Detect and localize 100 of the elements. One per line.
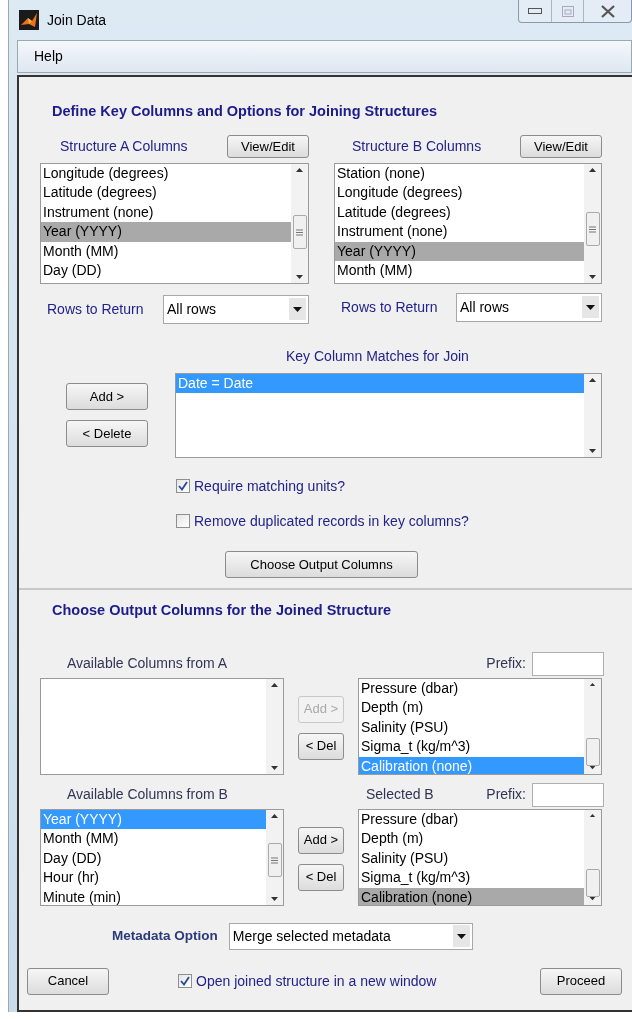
checkbox-label: Require matching units? [194,476,345,496]
cancel-button[interactable]: Cancel [27,967,109,995]
add-button[interactable]: Add > [66,382,148,410]
delete-button[interactable]: < Del [298,732,344,760]
dropdown[interactable]: Merge selected metadata [228,922,473,950]
list-item[interactable]: Latitude (degrees) [41,183,291,203]
rows-label: Rows to Return [341,297,438,317]
scroll-down-arrow-icon [589,448,596,453]
list-item[interactable]: Salinity (PSU) [359,848,584,868]
list-item[interactable]: Pressure (dbar) [359,809,584,829]
list-item[interactable]: Day (DD) [41,848,266,868]
minimize-icon [528,8,542,14]
column-label: Structure A Columns [60,136,188,156]
prefix-label: Prefix: [486,654,526,673]
dropdown[interactable]: All rows [163,294,309,324]
list-box[interactable]: Station (none) Longitude (degrees) Latitude (degrees) Instrument (none) Year (YYYY) Month (MM) [334,162,602,284]
list-box[interactable]: Year (YYYY) Month (MM) Day (DD) Hour (hr) Minute (min) [40,808,284,906]
scroll-up-arrow-icon [589,682,596,686]
view-edit-button[interactable]: View/Edit [227,134,309,158]
scroll-up-arrow-icon [296,167,303,172]
list-item[interactable]: Instrument (none) [335,222,584,242]
dropdown[interactable]: All rows [456,292,602,322]
window-title: Join Data [47,10,107,30]
list-item[interactable]: Longitude (degrees) [41,163,291,184]
list-item[interactable]: Station (none) [335,163,584,184]
list-item[interactable]: Day (DD) [41,261,291,281]
add-button[interactable]: Add > [298,826,344,854]
section-title: Choose Output Columns for the Joined Structure [51,600,393,620]
section-title: Define Key Columns and Options for Joining Structures [51,102,439,121]
list-item[interactable]: Salinity (PSU) [359,717,584,737]
list-item[interactable]: Depth (m) [359,698,584,718]
list-label: Selected B [366,786,434,802]
list-label: Available Columns from A [67,654,229,673]
list-item[interactable]: Month (MM) [335,261,584,281]
list-item[interactable]: Sigma_t (kg/m^3) [359,868,584,888]
scroll-up-arrow-icon [271,813,278,818]
checkbox[interactable] [178,974,192,988]
list-item[interactable]: Year (YYYY) [41,222,291,242]
grip-icon [296,228,303,236]
scrollbar-thumb[interactable] [267,843,282,877]
scrollbar[interactable] [584,373,601,457]
scrollbar[interactable] [584,163,601,283]
list-item[interactable]: Instrument (none) [41,202,291,223]
maximize-icon [561,5,574,17]
metadata-label: Metadata Option [112,926,218,945]
list-item[interactable]: Latitude (degrees) [335,202,584,223]
scroll-up-arrow-icon [589,167,596,172]
scrollbar-thumb[interactable] [585,212,600,247]
list-box[interactable]: Pressure (dbar) Depth (m) Salinity (PSU) Sigma_t (kg/m^3) Calibration (none) [358,808,602,906]
grip-icon [589,225,596,233]
scroll-up-arrow-icon [271,682,278,687]
column-label: Structure B Columns [352,136,482,156]
list-item[interactable]: Hour (hr) [41,868,266,888]
rows-label: Rows to Return [47,299,144,319]
checkbox-label: Open joined structure in a new window [196,971,437,991]
list-item[interactable]: Minute (min) [41,887,266,905]
scroll-down-arrow-icon [271,765,278,770]
scrollbar[interactable] [584,678,601,774]
delete-button[interactable]: < Del [298,863,344,891]
list-item[interactable]: Month (MM) [41,241,291,262]
app-logo-icon [19,10,39,30]
list-box[interactable]: Longitude (degrees) Latitude (degrees) Instrument (none) Year (YYYY) Month (MM) Day (DD) [40,162,309,284]
prefix-field[interactable] [532,651,604,676]
proceed-button[interactable]: Proceed [540,967,622,995]
close-icon [600,4,615,18]
list-item[interactable]: Pressure (dbar) [359,678,584,698]
scrollbar-thumb[interactable] [585,737,600,767]
view-edit-button[interactable]: View/Edit [520,134,602,158]
delete-button[interactable]: < Delete [66,419,148,447]
list-label: Available Columns from B [67,785,229,804]
list-box[interactable] [40,677,284,775]
list-label: Key Column Matches for Join [286,346,470,366]
checkbox[interactable] [176,514,190,529]
scrollbar[interactable] [291,163,308,283]
scroll-up-arrow-icon [589,813,596,817]
scroll-down-arrow-icon [296,274,303,279]
list-item[interactable]: Sigma_t (kg/m^3) [359,737,584,757]
scrollbar-thumb[interactable] [292,215,307,250]
prefix-field[interactable] [532,782,604,807]
checkbox[interactable] [176,479,190,494]
prefix-label: Prefix: [486,785,526,804]
grip-icon [271,856,278,864]
checkbox-label: Remove duplicated records in key columns? [194,511,469,531]
list-item[interactable]: Calibration (none) [359,887,584,905]
menu-item[interactable]: Help [34,46,63,67]
scrollbar[interactable] [266,809,283,905]
list-box[interactable]: Pressure (dbar) Depth (m) Salinity (PSU) Sigma_t (kg/m^3) Calibration (none) [358,677,602,775]
scrollbar[interactable] [266,678,283,774]
list-item[interactable]: Depth (m) [359,829,584,849]
list-item[interactable]: Month (MM) [41,829,266,849]
scroll-up-arrow-icon [589,377,596,382]
scroll-down-arrow-icon [589,897,596,901]
list-item[interactable]: Longitude (degrees) [335,183,584,203]
scroll-down-arrow-icon [589,274,596,279]
scroll-down-arrow-icon [271,896,278,901]
scroll-down-arrow-icon [589,766,596,770]
choose-columns-button[interactable]: Choose Output Columns [225,550,418,578]
scrollbar-thumb[interactable] [585,868,600,898]
list-item[interactable]: Year (YYYY) [335,241,584,262]
scrollbar[interactable] [584,809,601,905]
